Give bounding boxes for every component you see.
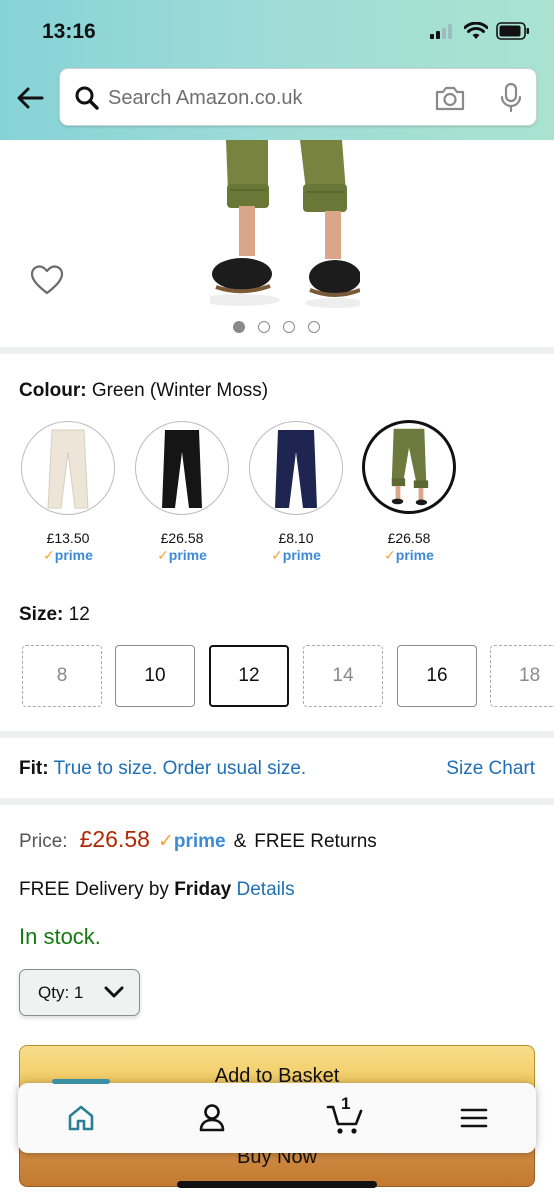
nav-account[interactable]: [192, 1100, 232, 1136]
pagination-dot[interactable]: [308, 321, 320, 333]
delivery-day: Friday: [174, 879, 232, 900]
colour-swatch-black[interactable]: [135, 421, 229, 515]
pagination-dot[interactable]: [258, 321, 270, 333]
microphone-icon[interactable]: [500, 82, 522, 114]
status-time: 13:16: [42, 20, 96, 43]
hamburger-menu-icon: [460, 1108, 488, 1128]
wifi-icon: [464, 22, 488, 39]
delivery-info: FREE Delivery by Friday Details: [19, 879, 295, 901]
size-option-10[interactable]: 10: [115, 645, 195, 707]
chevron-down-icon: [104, 986, 124, 998]
section-divider: [0, 347, 554, 354]
search-bar[interactable]: [59, 68, 537, 127]
swatch-price: £8.10: [278, 530, 314, 546]
pagination-dot[interactable]: [283, 321, 295, 333]
signal-icon: [430, 24, 452, 39]
price-row: Price: £26.58 ✓prime & FREE Returns: [19, 826, 377, 853]
beige-trousers-thumbnail: [47, 429, 89, 509]
navy-trousers-thumbnail: [275, 430, 317, 508]
prime-text: prime: [54, 547, 93, 563]
colour-swatch-navy[interactable]: [249, 421, 343, 515]
back-button[interactable]: [14, 82, 46, 114]
size-option-16[interactable]: 16: [397, 645, 477, 707]
section-divider: [0, 731, 554, 738]
quantity-value: 1: [73, 982, 84, 1002]
swatch-price: £26.58: [387, 530, 431, 546]
fit-info: Fit: True to size. Order usual size.: [19, 758, 306, 780]
fit-label: Fit:: [19, 758, 49, 779]
status-icons: [430, 22, 530, 40]
home-indicator[interactable]: [177, 1181, 377, 1188]
colour-value: Green (Winter Moss): [91, 380, 269, 401]
swatch-prime-badge: ✓prime: [43, 547, 93, 563]
prime-text: prime: [168, 547, 207, 563]
prime-text: prime: [282, 547, 321, 563]
product-page: 13:16 Search Amazon.co.uk Colour: Green …: [0, 0, 554, 1200]
back-arrow-icon: [17, 87, 44, 109]
nav-cart[interactable]: 1: [322, 1094, 370, 1136]
size-selection-label: Size: 12: [19, 604, 90, 626]
size-option-14-unavailable[interactable]: 14: [303, 645, 383, 707]
swatch-price: £26.58: [160, 530, 204, 546]
price-value: £26.58: [79, 826, 150, 852]
size-value: 12: [68, 604, 90, 625]
free-returns-link[interactable]: FREE Returns: [254, 831, 376, 853]
image-pagination: [233, 321, 320, 333]
swatch-prime-badge: ✓prime: [157, 547, 207, 563]
search-icon: [75, 86, 99, 110]
swatch-prime-badge: ✓prime: [384, 547, 434, 563]
nav-menu[interactable]: [454, 1100, 494, 1136]
swatch-prime-badge: ✓prime: [271, 547, 321, 563]
delivery-details-link[interactable]: Details: [237, 879, 295, 900]
colour-selection-label: Colour: Green (Winter Moss): [19, 380, 268, 402]
home-icon: [68, 1105, 94, 1131]
wishlist-heart-icon[interactable]: [30, 265, 64, 295]
size-chart-link[interactable]: Size Chart: [446, 758, 535, 780]
camera-icon[interactable]: [434, 84, 466, 112]
prime-logo: ✓prime: [157, 831, 226, 852]
fit-value-link[interactable]: True to size. Order usual size.: [53, 758, 306, 779]
black-trousers-thumbnail: [162, 430, 202, 508]
battery-icon: [496, 22, 529, 40]
cart-count-badge: 1: [341, 1094, 351, 1113]
search-input[interactable]: [108, 69, 408, 127]
swatch-price: £13.50: [46, 530, 90, 546]
quantity-label: Qty:: [38, 982, 70, 1002]
active-tab-indicator: [52, 1079, 110, 1084]
pagination-dot[interactable]: [233, 321, 245, 333]
stock-status: In stock.: [19, 924, 101, 949]
colour-label: Colour:: [19, 380, 87, 401]
section-divider: [0, 798, 554, 805]
colour-swatch-green-selected[interactable]: [362, 420, 456, 514]
nav-home[interactable]: [61, 1100, 101, 1136]
delivery-prefix: FREE Delivery by: [19, 879, 169, 900]
ampersand: &: [233, 831, 247, 852]
green-trousers-thumbnail: [391, 428, 429, 506]
product-image: [210, 140, 360, 308]
user-icon: [199, 1104, 225, 1132]
size-option-12-selected[interactable]: 12: [209, 645, 289, 707]
price-label: Price:: [19, 831, 68, 852]
size-option-18-unavailable[interactable]: 18: [490, 645, 554, 707]
size-label: Size:: [19, 604, 64, 625]
size-option-8-unavailable[interactable]: 8: [22, 645, 102, 707]
quantity-selector[interactable]: Qty: 1: [19, 969, 140, 1016]
colour-swatch-beige[interactable]: [21, 421, 115, 515]
prime-text: prime: [173, 831, 226, 852]
header: 13:16: [0, 0, 554, 140]
bottom-navigation: 1: [18, 1079, 536, 1153]
prime-text: prime: [395, 547, 434, 563]
product-image-gallery[interactable]: [0, 140, 554, 347]
